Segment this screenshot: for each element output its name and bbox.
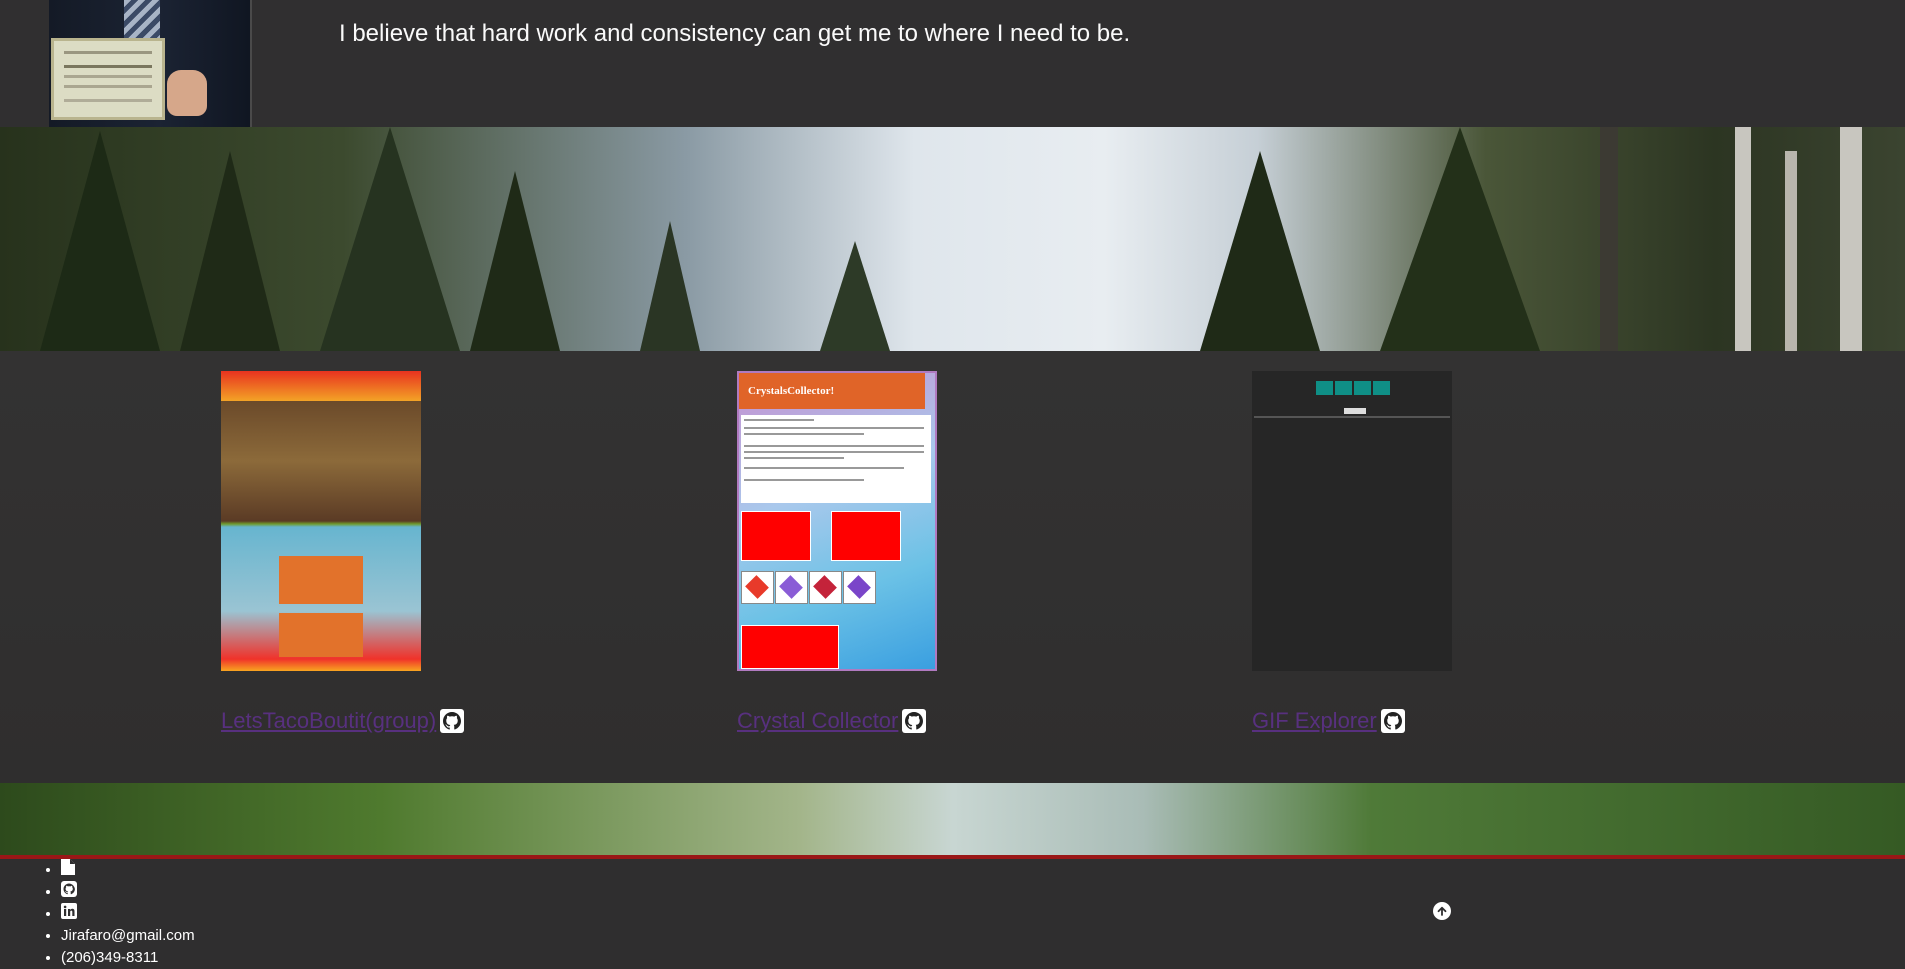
project-card-tacos (221, 371, 421, 671)
forest-banner-image (0, 127, 1905, 351)
footer: Jirafaro@gmail.com (206)349-8311 (0, 859, 1905, 969)
contact-phone[interactable]: (206)349-8311 (61, 947, 1905, 969)
project-card-gif (1252, 371, 1452, 671)
linkedin-icon[interactable] (61, 903, 77, 926)
projects-section: LetsTacoBoutit(group) CrystalsCollector! (0, 351, 1905, 783)
project-link-row-gif: GIF Explorer (1252, 708, 1405, 734)
about-header: I believe that hard work and consistency… (0, 0, 1905, 127)
crystal-thumb-header: CrystalsCollector! (739, 373, 925, 409)
file-icon[interactable] (61, 859, 75, 882)
project-card-crystal: CrystalsCollector! (737, 371, 937, 671)
list-item (61, 881, 1905, 903)
github-icon[interactable] (1380, 709, 1405, 733)
github-icon[interactable] (61, 881, 77, 904)
about-quote: I believe that hard work and consistency… (339, 20, 1131, 47)
project-thumbnail-gif[interactable] (1252, 371, 1452, 671)
project-link-row-crystal: Crystal Collector (737, 708, 927, 734)
project-thumbnail-tacos[interactable] (221, 371, 421, 671)
project-link-row-tacos: LetsTacoBoutit(group) (221, 708, 465, 734)
profile-photo (49, 0, 252, 127)
github-icon[interactable] (440, 709, 465, 733)
project-link-gif[interactable]: GIF Explorer (1252, 708, 1377, 734)
contact-email[interactable]: Jirafaro@gmail.com (61, 925, 1905, 947)
project-link-tacos[interactable]: LetsTacoBoutit(group) (221, 708, 436, 734)
project-thumbnail-crystal[interactable]: CrystalsCollector! (737, 371, 937, 671)
github-icon[interactable] (902, 709, 927, 733)
list-item (61, 859, 1905, 881)
contact-list: Jirafaro@gmail.com (206)349-8311 (0, 859, 1905, 969)
certificate-image (51, 38, 165, 120)
arrow-up-circle-icon[interactable] (1433, 902, 1451, 920)
lake-banner-image (0, 783, 1905, 859)
project-link-crystal[interactable]: Crystal Collector (737, 708, 898, 734)
list-item (61, 903, 1905, 925)
